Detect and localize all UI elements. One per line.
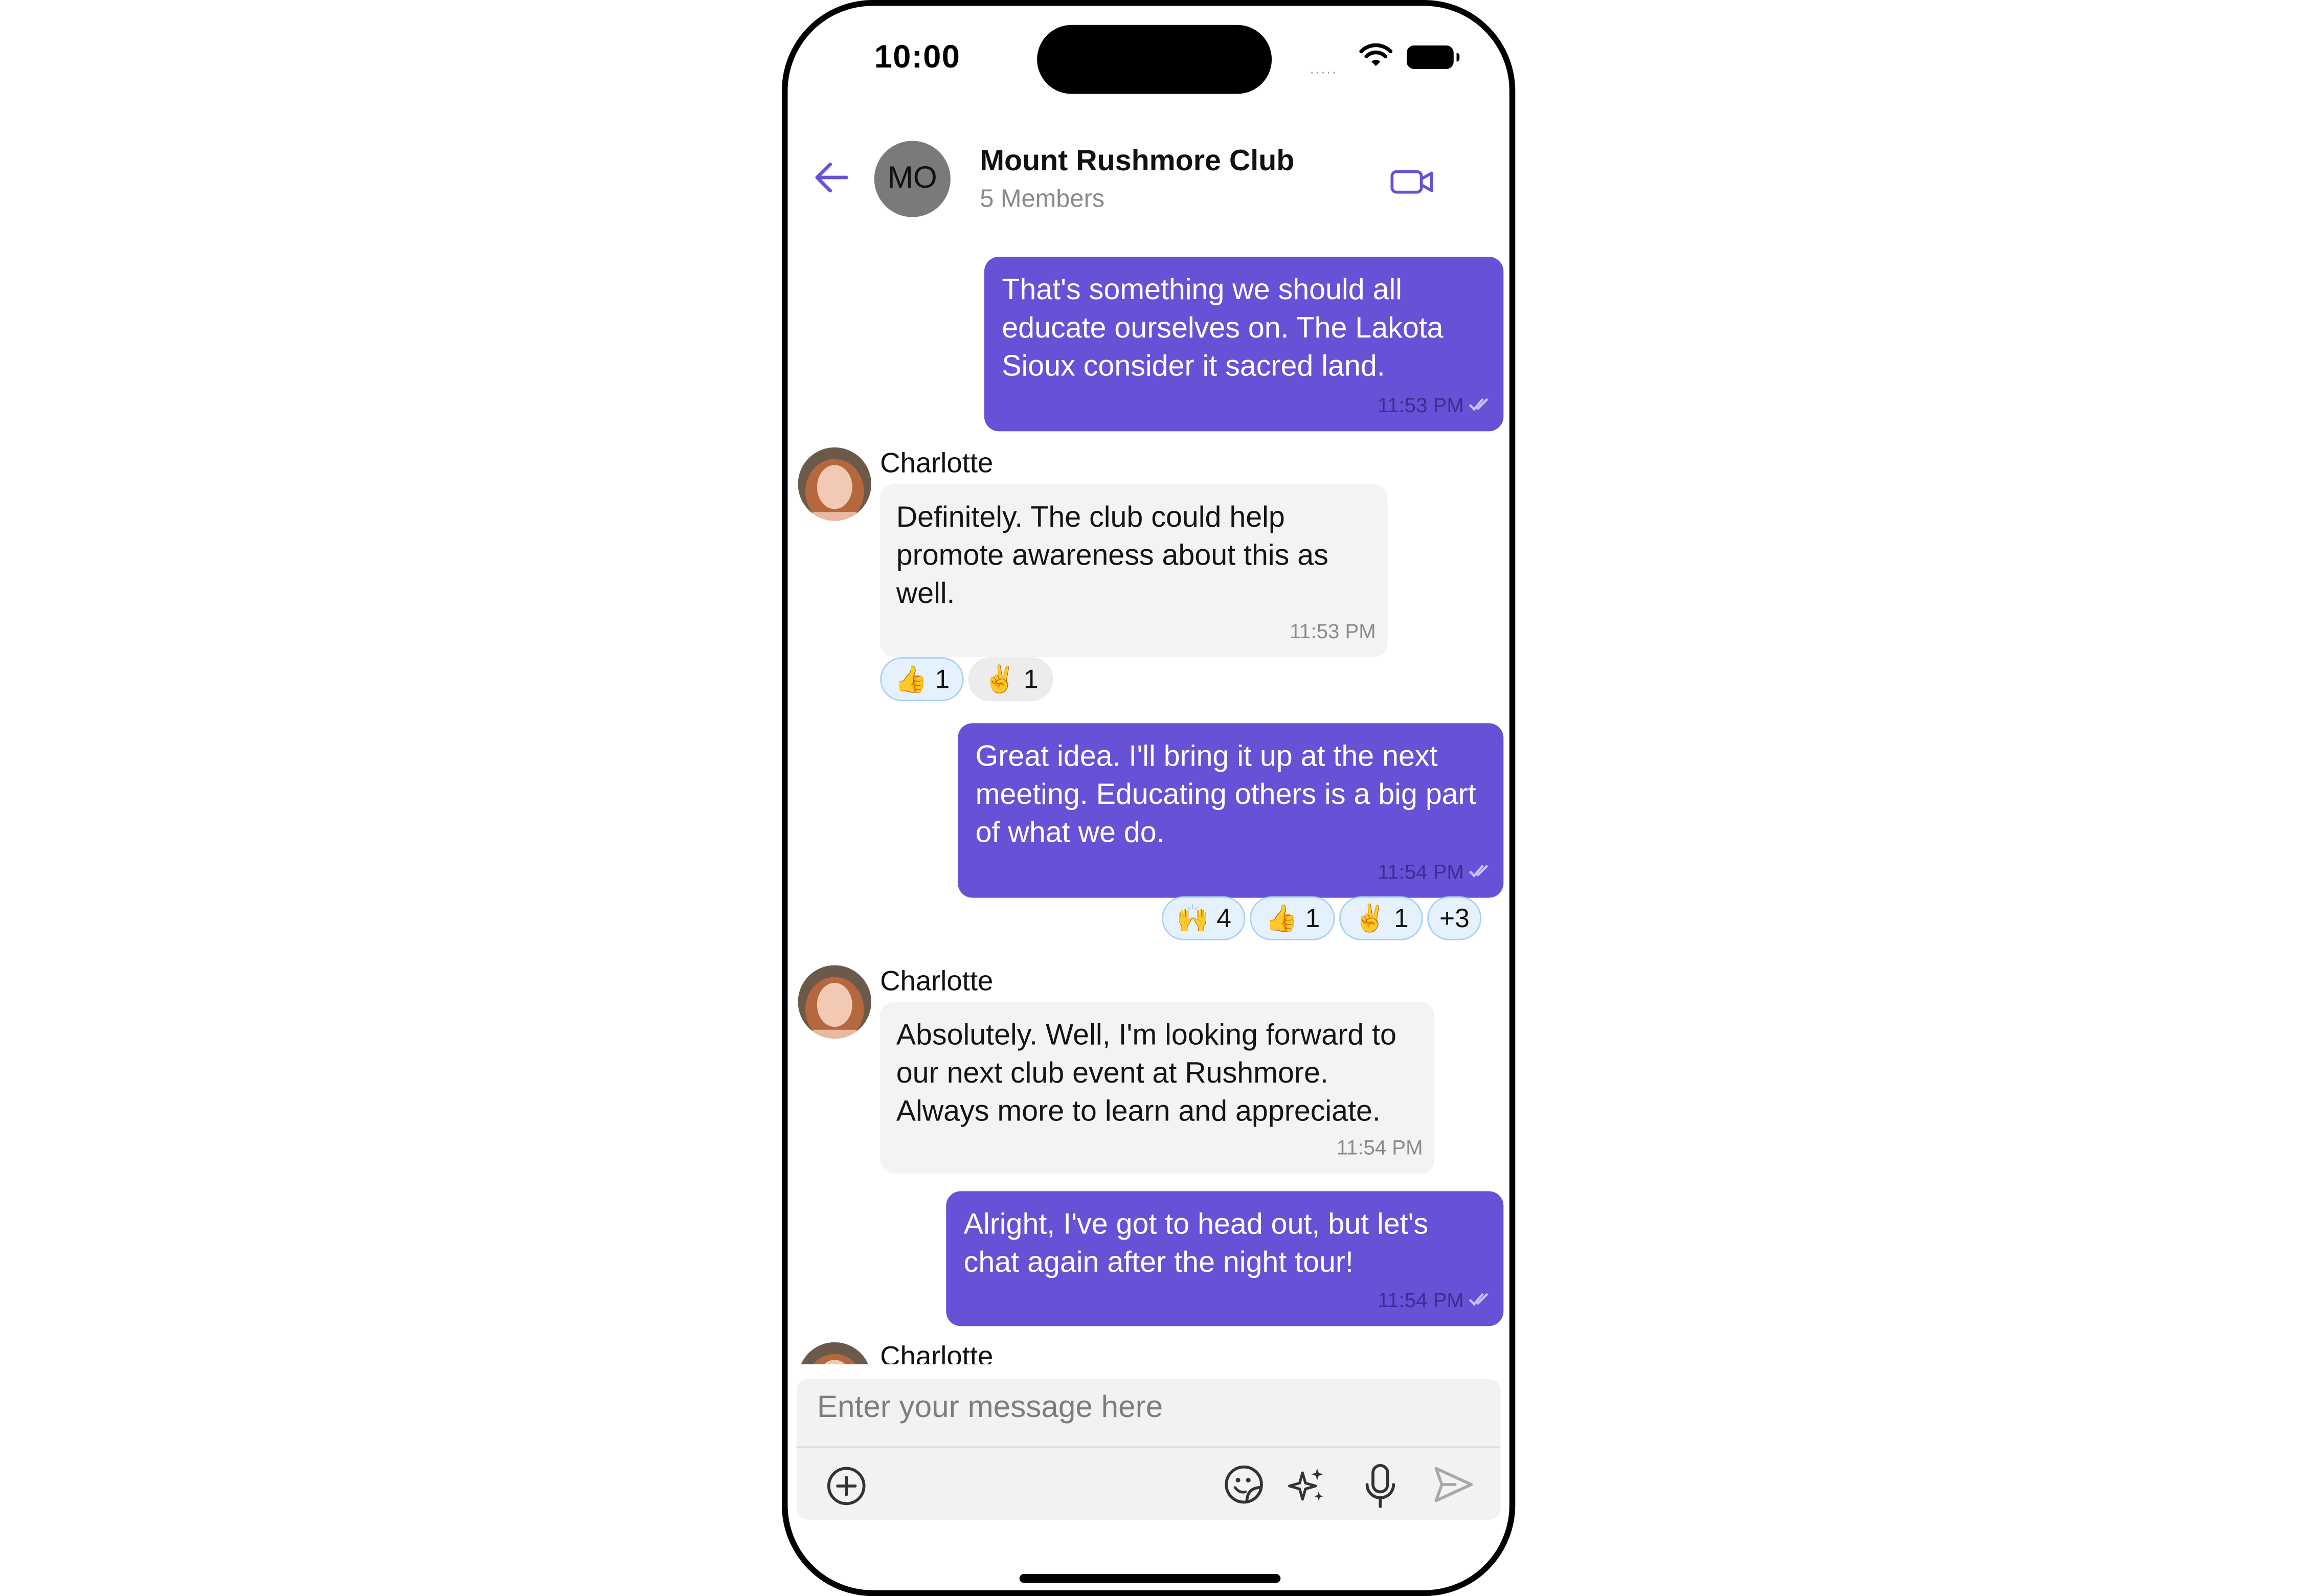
incoming-message[interactable]: Absolutely. Well, I'm looking forward to…: [880, 1002, 1435, 1174]
send-icon[interactable]: [1432, 1464, 1476, 1505]
reaction-count: 1: [1305, 903, 1320, 933]
microphone-icon[interactable]: [1363, 1463, 1398, 1510]
avatar-charlotte[interactable]: [798, 1342, 871, 1364]
message-text: Great idea. I'll bring it up at the next…: [975, 740, 1476, 849]
reaction-bar: 🙌 4 👍 1 ✌️ 1 +3: [1161, 896, 1481, 940]
reaction-count: 1: [1394, 903, 1409, 933]
charlotte-photo: [798, 965, 871, 1039]
cellular-signal-icon: .....: [1310, 61, 1338, 78]
home-indicator[interactable]: [1019, 1574, 1281, 1583]
status-time: 10:00: [874, 38, 961, 75]
double-check-icon: [1469, 1293, 1489, 1306]
message-time: 11:53 PM: [1289, 619, 1376, 643]
message-input[interactable]: Enter your message here: [817, 1390, 1163, 1426]
add-attachment-icon[interactable]: [826, 1466, 867, 1507]
avatar-charlotte[interactable]: [798, 447, 871, 521]
charlotte-photo: [798, 1342, 871, 1364]
message-meta: 11:53 PM: [1290, 612, 1376, 650]
reaction-victory-hand[interactable]: ✌️ 1: [1339, 896, 1424, 940]
outgoing-message[interactable]: Alright, I've got to head out, but let's…: [946, 1191, 1504, 1327]
charlotte-photo: [798, 447, 871, 521]
message-text: Definitely. The club could help promote …: [896, 502, 1328, 611]
group-avatar[interactable]: MO: [874, 141, 951, 217]
reaction-count: 1: [935, 664, 950, 693]
message-meta: 11:54 PM: [1378, 1280, 1492, 1319]
sender-name: Charlotte: [880, 448, 994, 480]
sticker-icon[interactable]: [1222, 1463, 1266, 1507]
reaction-more-count: +3: [1439, 903, 1470, 933]
message-meta: 11:54 PM: [1378, 852, 1492, 891]
message-text: That's something we should all educate o…: [1002, 274, 1444, 383]
message-time: 11:54 PM: [1377, 1288, 1464, 1312]
reaction-emoji: ✌️: [1354, 903, 1387, 933]
message-time: 11:53 PM: [1377, 393, 1464, 417]
reaction-thumbs-up[interactable]: 👍 1: [880, 657, 964, 702]
double-check-icon: [1469, 398, 1489, 411]
double-check-icon: [1469, 864, 1489, 878]
reaction-count: 1: [1023, 664, 1039, 693]
reaction-victory-hand[interactable]: ✌️ 1: [968, 657, 1053, 702]
sender-name: Charlotte: [880, 966, 994, 998]
reaction-raised-hands[interactable]: 🙌 4: [1161, 896, 1246, 940]
message-text: Alright, I've got to head out, but let's…: [963, 1208, 1429, 1279]
reaction-emoji: 🙌: [1176, 903, 1209, 933]
outgoing-message[interactable]: That's something we should all educate o…: [984, 257, 1504, 432]
message-time: 11:54 PM: [1336, 1135, 1423, 1159]
chat-title[interactable]: Mount Rushmore Club: [980, 145, 1294, 179]
avatar-charlotte[interactable]: [798, 965, 871, 1039]
sender-name: Charlotte: [880, 1342, 994, 1364]
message-composer: Enter your message here: [796, 1379, 1501, 1520]
phone-frame: 10:00 ..... MO Mount Rushmore Club 5 Mem…: [781, 0, 1516, 1596]
member-count: 5 Members: [980, 185, 1105, 213]
reaction-emoji: 👍: [1265, 903, 1298, 933]
reaction-count: 4: [1216, 903, 1232, 933]
reaction-emoji: 👍: [894, 664, 928, 693]
composer-divider: [796, 1446, 1501, 1448]
ai-sparkle-icon[interactable]: [1287, 1466, 1327, 1507]
battery-icon: [1407, 45, 1460, 69]
outgoing-message[interactable]: Great idea. I'll bring it up at the next…: [958, 723, 1504, 898]
message-text: Absolutely. Well, I'm looking forward to…: [896, 1019, 1396, 1128]
message-meta: 11:54 PM: [1337, 1128, 1423, 1166]
message-time: 11:54 PM: [1377, 860, 1464, 883]
reaction-bar: 👍 1 ✌️ 1: [880, 657, 1053, 702]
message-list[interactable]: That's something we should all educate o…: [787, 240, 1509, 1364]
dynamic-island: [1037, 25, 1272, 94]
message-meta: 11:53 PM: [1378, 386, 1492, 424]
reaction-more[interactable]: +3: [1428, 896, 1481, 940]
wifi-icon: [1359, 43, 1393, 66]
incoming-message[interactable]: Definitely. The club could help promote …: [880, 484, 1388, 658]
reaction-thumbs-up[interactable]: 👍 1: [1250, 896, 1335, 940]
video-call-icon[interactable]: [1389, 167, 1436, 196]
reaction-emoji: ✌️: [983, 664, 1017, 693]
back-arrow-icon[interactable]: [814, 162, 849, 194]
